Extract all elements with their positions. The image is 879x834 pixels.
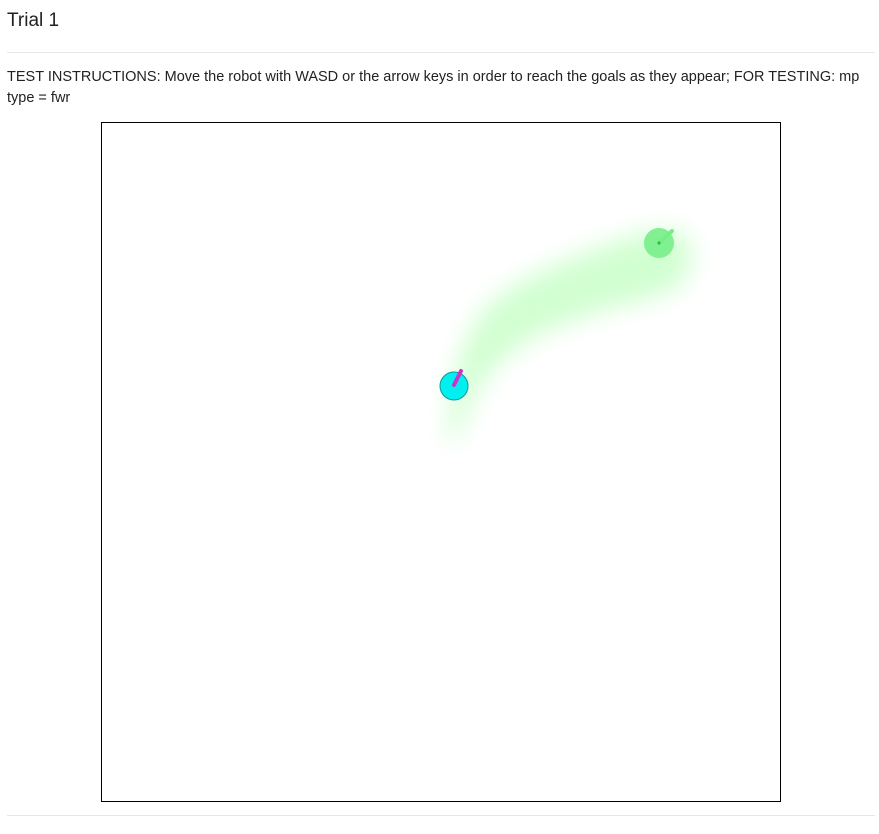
test-instructions: TEST INSTRUCTIONS: Move the robot with W… [7, 69, 860, 106]
footer-divider [7, 815, 875, 816]
motion-trail [448, 230, 692, 442]
trial-page: Trial 1 TEST INSTRUCTIONS: Move the robo… [7, 0, 875, 834]
trial-title: Trial 1 [7, 10, 60, 31]
goal [644, 228, 674, 258]
robot[interactable] [439, 369, 469, 401]
goal-center-dot [657, 241, 661, 245]
trail-path [448, 230, 692, 442]
game-canvas[interactable] [101, 122, 781, 802]
header-divider [7, 52, 875, 53]
game-scene[interactable] [102, 123, 780, 801]
